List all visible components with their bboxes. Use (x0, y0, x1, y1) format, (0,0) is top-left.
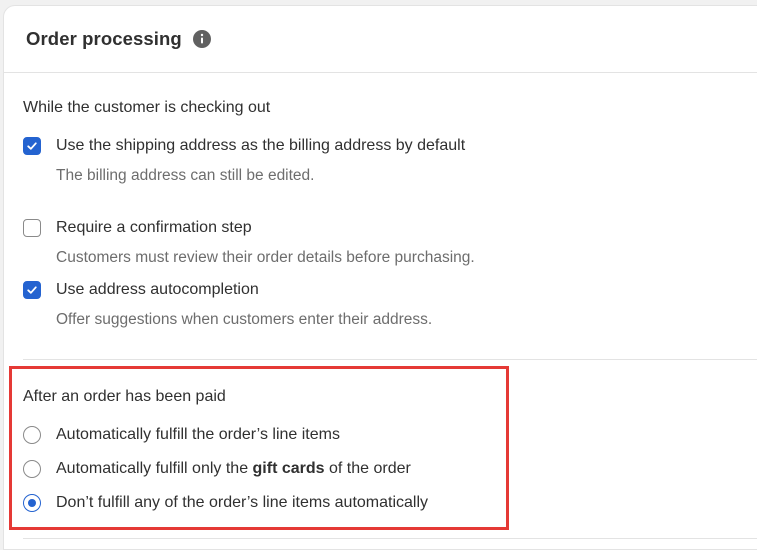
checkbox-label: Use address autocompletion (56, 281, 259, 298)
help-text: The billing address can still be edited. (56, 167, 315, 184)
info-circle-icon[interactable] (192, 30, 211, 48)
card-title: Order processing (26, 28, 182, 49)
radio-button[interactable] (23, 426, 41, 444)
help-text: Customers must review their order detail… (56, 249, 475, 266)
radio-button[interactable] (23, 460, 41, 478)
radio-button-selected[interactable] (23, 494, 41, 512)
section-divider (23, 359, 757, 360)
radio-label: Automatically fulfill only the gift card… (56, 460, 411, 477)
radio-no-fulfill[interactable]: Don’t fulfill any of the order’s line it… (23, 494, 428, 512)
checkbox-billing-default[interactable]: Use the shipping address as the billing … (23, 137, 465, 155)
radio-fulfill-gift-cards[interactable]: Automatically fulfill only the gift card… (23, 460, 411, 478)
checkbox-confirmation-step[interactable]: Require a confirmation step (23, 219, 252, 237)
card-header: Order processing (4, 6, 757, 73)
radio-label: Automatically fulfill the order’s line i… (56, 426, 340, 443)
checkbox-address-autocompletion[interactable]: Use address autocompletion (23, 281, 259, 299)
bottom-divider (23, 538, 757, 539)
checkout-section-label: While the customer is checking out (23, 99, 271, 116)
checkbox-checked[interactable] (23, 137, 41, 155)
checkbox-label: Use the shipping address as the billing … (56, 137, 466, 154)
checkbox-unchecked[interactable] (23, 219, 41, 237)
radio-label: Don’t fulfill any of the order’s line it… (56, 494, 429, 511)
checkbox-checked[interactable] (23, 281, 41, 299)
help-text: Offer suggestions when customers enter t… (56, 311, 433, 328)
radio-fulfill-all[interactable]: Automatically fulfill the order’s line i… (23, 426, 340, 444)
paid-section-label: After an order has been paid (23, 388, 226, 405)
checkbox-label: Require a confirmation step (56, 219, 252, 236)
